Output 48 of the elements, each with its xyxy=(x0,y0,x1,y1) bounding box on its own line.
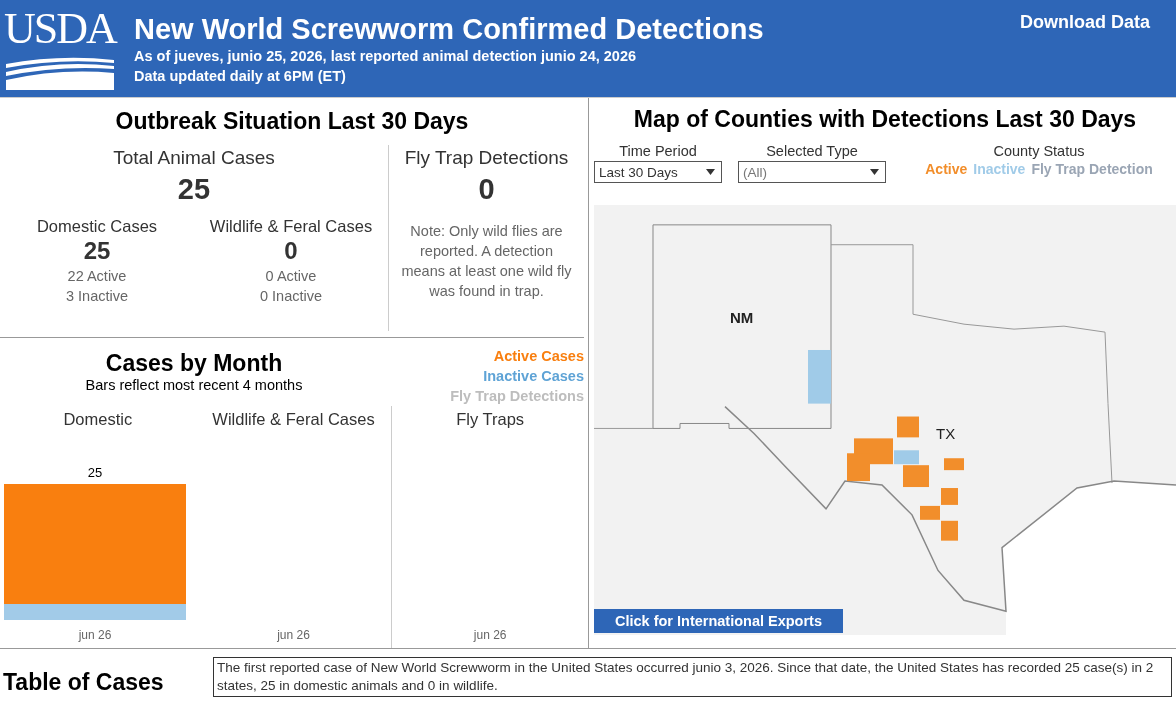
filter-dropdown[interactable]: Last 30 Days xyxy=(594,161,722,183)
caret-icon xyxy=(706,169,715,175)
section-title: Cases by Month xyxy=(104,350,284,377)
kpi-label: Domestic Cases xyxy=(35,217,159,236)
note-text: Note: Only wild flies are reported. A detection means at least one wild fly was found in trap. xyxy=(400,222,573,301)
legend-label: Fly Trap Detection xyxy=(1031,161,1153,177)
download-link[interactable]: Download Data xyxy=(1020,12,1150,33)
state-label: TX xyxy=(936,425,956,442)
logo-text: USDA xyxy=(4,4,118,54)
chart-subtitle: Bars reflect most recent 4 months xyxy=(84,377,304,393)
caret-icon xyxy=(870,169,879,175)
filter-label: Selected Type xyxy=(766,143,858,159)
inactive-count: 3 Inactive xyxy=(64,287,130,306)
legend-label: Active Cases xyxy=(492,347,584,366)
chart-title: Wildlife & Feral Cases xyxy=(211,409,376,429)
date-subtitle: As of jueves, junio 25, 2026, last reported animal detection junio 24, 2026 xyxy=(134,47,638,66)
dashboard-title: New World Screwworm Confirmed Detections xyxy=(134,12,765,46)
kpi-value: 25 xyxy=(176,172,212,207)
kpi-value: 0 xyxy=(283,236,299,266)
section-title: Outbreak Situation Last 30 Days xyxy=(114,108,470,135)
axis-label: jun 26 xyxy=(277,628,310,642)
export-button[interactable]: Click for International Exports xyxy=(594,609,843,633)
axis-label: jun 26 xyxy=(473,628,507,642)
chart-title: Domestic xyxy=(62,409,134,429)
chart-title: Fly Traps xyxy=(455,409,526,429)
update-note: Data updated daily at 6PM (ET) xyxy=(134,67,347,86)
section-title: Map of Counties with Detections Last 30 Days xyxy=(632,106,1138,133)
legend-label: Inactive Cases xyxy=(482,367,584,386)
legend-label: Inactive xyxy=(973,161,1026,177)
filter-dropdown[interactable]: (All) xyxy=(738,161,886,183)
active-count: 0 Active xyxy=(264,267,318,286)
bar-value-label: 25 xyxy=(87,465,103,480)
kpi-label: Wildlife & Feral Cases xyxy=(208,217,374,236)
section-title: Table of Cases xyxy=(3,668,165,696)
axis-label: jun 26 xyxy=(78,628,112,642)
summary-text: The first reported case of New World Screwworm in the United States occurred junio 3, 2026. Since that date, the United States has recorded 25 case(s) in 2 states, 25 in domestic animals and 0 in wildlife. xyxy=(213,657,1172,697)
legend-title: County Status xyxy=(992,143,1086,159)
legend-label: Active xyxy=(925,161,968,177)
kpi-value: 25 xyxy=(82,236,112,266)
kpi-label: Total Animal Cases xyxy=(112,147,276,169)
legend-label: Fly Trap Detections xyxy=(449,387,584,406)
filter-label: Time Period xyxy=(619,143,697,159)
kpi-value: 0 xyxy=(477,172,496,207)
kpi-label: Fly Trap Detections xyxy=(403,147,570,169)
inactive-count: 0 Inactive xyxy=(258,287,324,306)
state-label: NM xyxy=(730,309,754,326)
wave-icon xyxy=(4,56,116,92)
active-count: 22 Active xyxy=(66,267,128,286)
